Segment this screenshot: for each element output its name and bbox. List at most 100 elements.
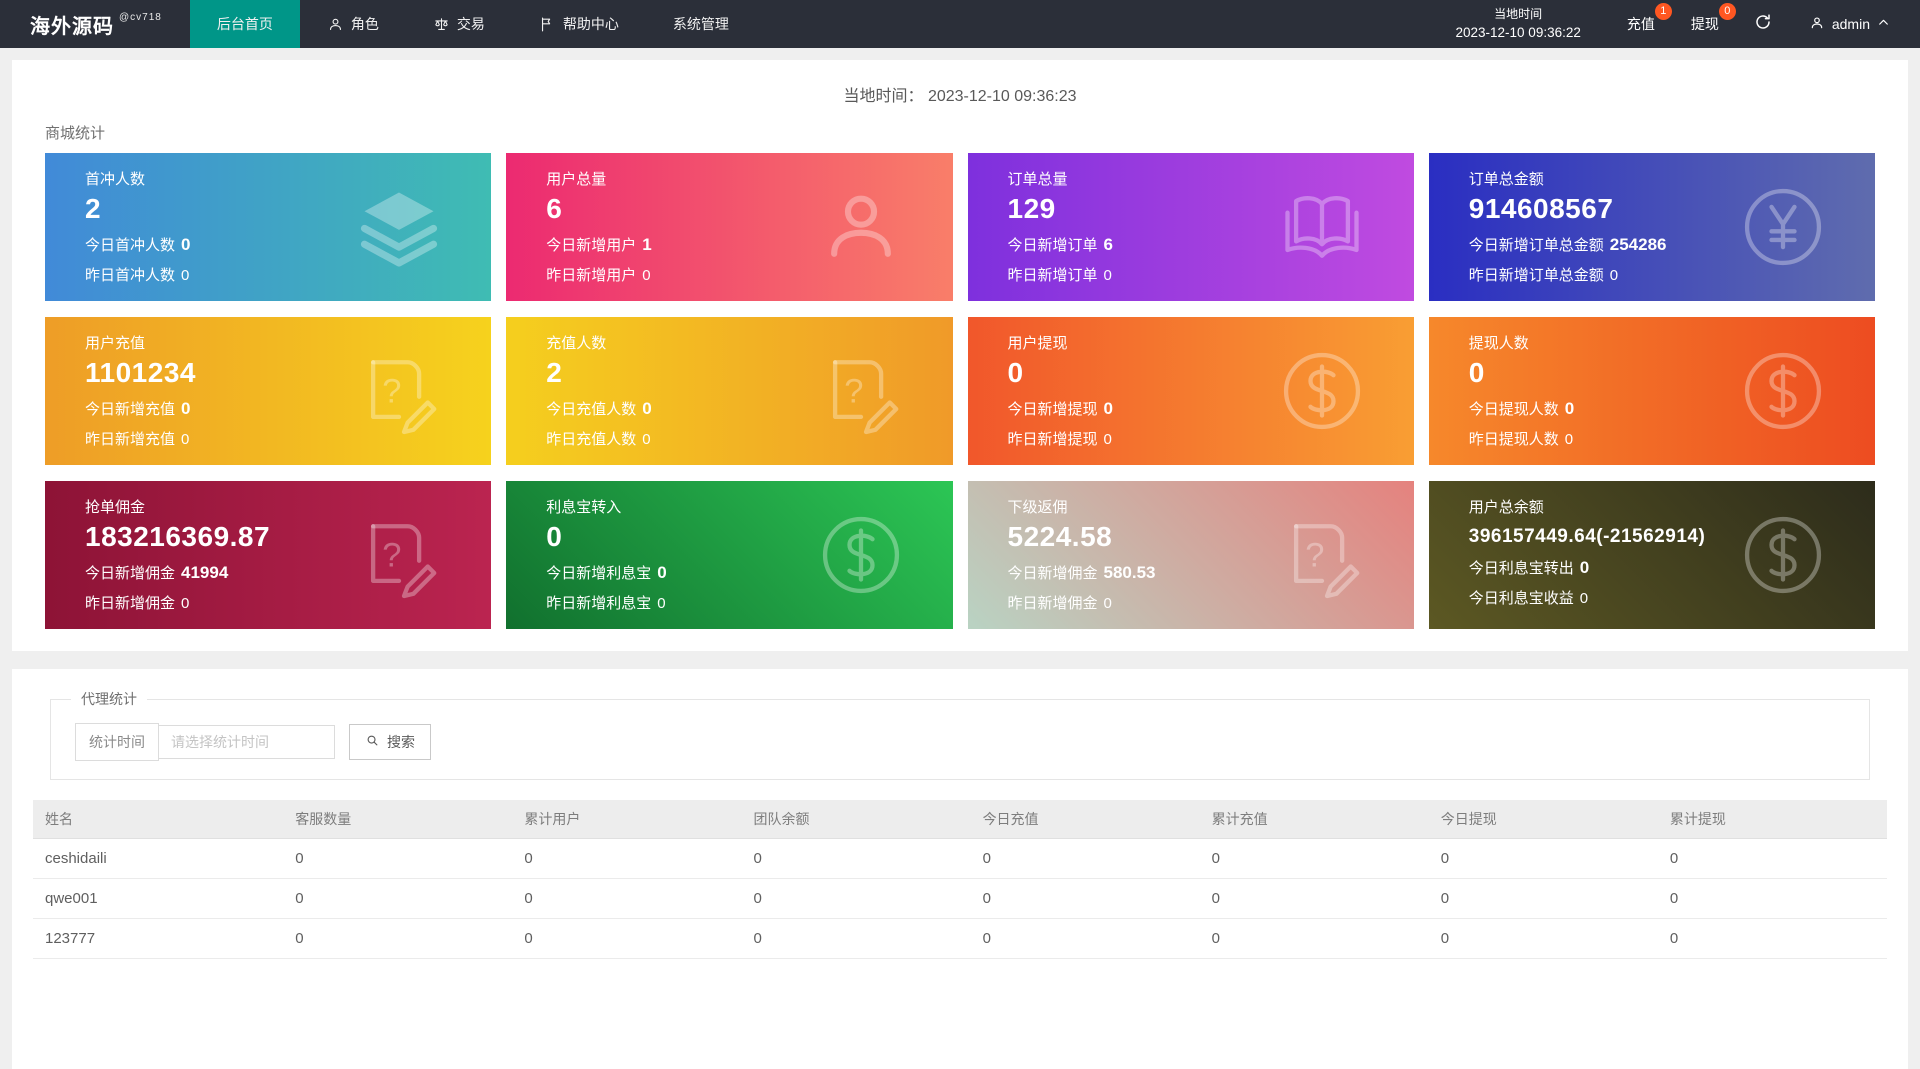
nav-item-trade[interactable]: 交易 <box>406 0 512 48</box>
stat-line-value: 6 <box>1104 235 1113 254</box>
dollar-coin-icon <box>1276 345 1368 437</box>
nav-item-system[interactable]: 系统管理 <box>646 0 756 48</box>
stat-card: 用户充值 1101234 今日新增充值0 昨日新增充值0 ? <box>45 317 491 465</box>
stat-card: 首冲人数 2 今日首冲人数0 昨日首冲人数0 <box>45 153 491 301</box>
table-row: ceshidaili0000000 <box>33 839 1887 879</box>
stat-line-label: 昨日新增订单 <box>1008 267 1098 284</box>
navbar-right: 当地时间 2023-12-10 09:36:22 充值 1 提现 0 admin <box>1428 0 1920 48</box>
nav-item-label: 系统管理 <box>673 14 729 34</box>
stat-card: 用户总余额 396157449.64(-21562914) 今日利息宝转出0 今… <box>1429 481 1875 629</box>
table-cell: 0 <box>512 919 741 959</box>
withdraw-label: 提现 <box>1691 14 1719 34</box>
refresh-button[interactable] <box>1737 0 1789 48</box>
brand-subtitle: @cv718 <box>119 12 162 23</box>
nav-item-home[interactable]: 后台首页 <box>190 0 300 48</box>
svg-text:?: ? <box>1305 537 1324 575</box>
user-menu[interactable]: admin <box>1789 0 1920 48</box>
table-cell: 0 <box>283 839 512 879</box>
stat-line-value: 0 <box>1104 267 1112 284</box>
nav-item-help-center[interactable]: 帮助中心 <box>512 0 646 48</box>
section-title-shop-stats: 商城统计 <box>45 122 1875 143</box>
stat-line-value: 0 <box>642 399 651 418</box>
scales-icon <box>433 16 450 33</box>
table-cell: 0 <box>741 919 970 959</box>
stat-line-value: 0 <box>657 563 666 582</box>
stat-card: 抢单佣金 183216369.87 今日新增佣金41994 昨日新增佣金0 ? <box>45 481 491 629</box>
local-time-label: 当地时间 <box>1456 5 1581 24</box>
stat-line-label: 今日新增利息宝 <box>546 565 651 582</box>
nav-item-label: 帮助中心 <box>563 14 619 34</box>
stat-line-value: 0 <box>181 595 189 612</box>
brand-logo[interactable]: 海外源码 @cv718 <box>0 0 190 48</box>
dollar-coin-icon <box>1737 509 1829 601</box>
stat-line-value: 0 <box>642 267 650 284</box>
stat-card: 用户提现 0 今日新增提现0 昨日新增提现0 <box>968 317 1414 465</box>
doc-edit-icon: ? <box>815 345 907 437</box>
table-header-cell: 姓名 <box>33 800 283 839</box>
stat-line-value: 41994 <box>181 563 228 582</box>
top-navbar: 海外源码 @cv718 后台首页 角色交易 帮助中心 系统管理 当地时间 2023-1… <box>0 0 1920 48</box>
table-cell: 0 <box>512 839 741 879</box>
user-icon <box>1809 15 1825 34</box>
flag-icon <box>539 16 556 33</box>
table-cell: 0 <box>971 919 1200 959</box>
stat-line-value: 0 <box>1104 431 1112 448</box>
withdraw-button[interactable]: 提现 0 <box>1673 0 1737 48</box>
stat-line-value: 254286 <box>1610 235 1667 254</box>
stat-line-label: 今日利息宝转出 <box>1469 560 1574 577</box>
overview-panel: 当地时间： 2023-12-10 09:36:23 商城统计 首冲人数 2 今日… <box>12 60 1908 651</box>
agent-stats-panel: 代理统计 统计时间 搜索 姓名客服数量累计用户团队余额今日充值累计充值今日提现累… <box>12 669 1908 1069</box>
stat-line-value: 0 <box>181 399 190 418</box>
stat-time-input[interactable] <box>159 725 335 759</box>
stat-line-label: 昨日新增订单总金额 <box>1469 267 1604 284</box>
table-row: qwe0010000000 <box>33 879 1887 919</box>
doc-edit-icon: ? <box>353 509 445 601</box>
table-cell: 0 <box>1200 919 1429 959</box>
stat-line-value: 0 <box>1580 590 1588 607</box>
recharge-button[interactable]: 充值 1 <box>1609 0 1673 48</box>
table-header-row: 姓名客服数量累计用户团队余额今日充值累计充值今日提现累计提现 <box>33 800 1887 839</box>
chevron-up-icon <box>1877 16 1890 32</box>
stat-card: 订单总金额 914608567 今日新增订单总金额254286 昨日新增订单总金… <box>1429 153 1875 301</box>
svg-text:?: ? <box>382 537 401 575</box>
stat-line-label: 今日新增佣金 <box>85 565 175 582</box>
table-cell: 0 <box>1429 919 1658 959</box>
brand-title: 海外源码 <box>30 10 114 39</box>
user-icon <box>327 16 344 33</box>
doc-edit-icon: ? <box>353 345 445 437</box>
stat-line-label: 今日充值人数 <box>546 401 636 418</box>
agent-table: 姓名客服数量累计用户团队余额今日充值累计充值今日提现累计提现 ceshidail… <box>33 800 1887 959</box>
svg-text:?: ? <box>382 373 401 411</box>
page-local-time-label: 当地时间： <box>843 88 923 105</box>
stat-card: 订单总量 129 今日新增订单6 昨日新增订单0 <box>968 153 1414 301</box>
table-cell: 0 <box>1658 879 1887 919</box>
stat-line-label: 今日首冲人数 <box>85 237 175 254</box>
stat-card: 下级返佣 5224.58 今日新增佣金580.53 昨日新增佣金0 ? <box>968 481 1414 629</box>
stat-line-value: 0 <box>657 595 665 612</box>
stat-line-label: 昨日新增佣金 <box>1008 595 1098 612</box>
nav-item-roles[interactable]: 角色 <box>300 0 406 48</box>
stat-line-label: 今日新增订单 <box>1008 237 1098 254</box>
agent-stats-legend: 代理统计 <box>71 689 147 709</box>
table-cell: 0 <box>1658 839 1887 879</box>
yen-coin-icon <box>1737 181 1829 273</box>
withdraw-badge: 0 <box>1719 3 1736 20</box>
stat-card: 利息宝转入 0 今日新增利息宝0 昨日新增利息宝0 <box>506 481 952 629</box>
agent-stats-fieldset: 代理统计 统计时间 搜索 <box>50 689 1870 780</box>
search-button[interactable]: 搜索 <box>349 724 431 760</box>
table-cell: 0 <box>1658 919 1887 959</box>
svg-text:?: ? <box>844 373 863 411</box>
table-cell: 0 <box>1200 879 1429 919</box>
table-cell: qwe001 <box>33 879 283 919</box>
table-cell: ceshidaili <box>33 839 283 879</box>
table-cell: 123777 <box>33 919 283 959</box>
nav-item-label: 后台首页 <box>217 14 273 34</box>
stat-line-label: 今日新增用户 <box>546 237 636 254</box>
layers-icon <box>353 181 445 273</box>
stat-line-label: 昨日充值人数 <box>546 431 636 448</box>
agent-filter-row: 统计时间 搜索 <box>75 723 1857 761</box>
table-cell: 0 <box>1429 839 1658 879</box>
book-icon <box>1276 181 1368 273</box>
stat-line-label: 昨日新增佣金 <box>85 595 175 612</box>
agent-table-body: ceshidaili0000000qwe00100000001237770000… <box>33 839 1887 959</box>
